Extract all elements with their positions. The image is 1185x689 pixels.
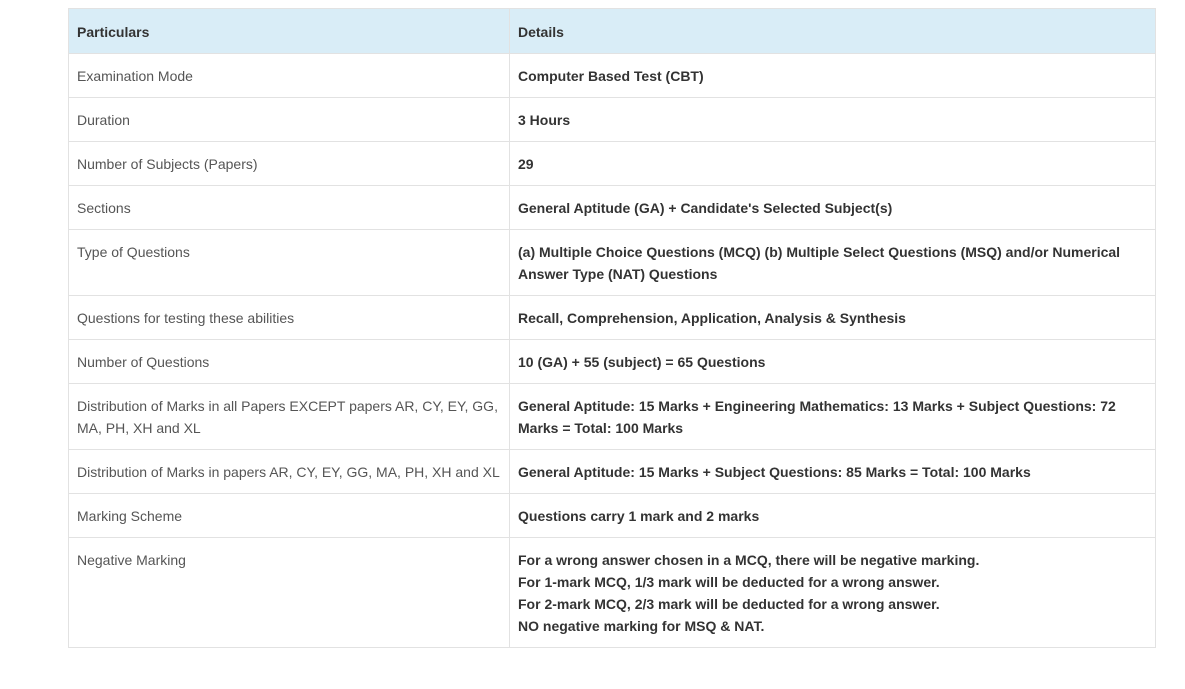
particular-cell: Number of Subjects (Papers) (68, 141, 510, 186)
particular-cell: Marking Scheme (68, 493, 510, 538)
table-row: Type of Questions (a) Multiple Choice Que… (68, 229, 1156, 296)
table-row: Negative Marking For a wrong answer chose… (68, 537, 1156, 648)
particular-cell: Duration (68, 97, 510, 142)
particular-cell: Sections (68, 185, 510, 230)
detail-cell: 3 Hours (509, 97, 1156, 142)
table-header: Particulars Details (68, 8, 1156, 54)
particular-cell: Questions for testing these abilities (68, 295, 510, 340)
detail-cell: Questions carry 1 mark and 2 marks (509, 493, 1156, 538)
header-details: Details (509, 8, 1156, 54)
detail-line: (a) Multiple Choice Questions (MCQ) (b) … (518, 244, 1121, 282)
table-row: Distribution of Marks in all Papers EXCE… (68, 383, 1156, 450)
particular-cell: Negative Marking (68, 537, 510, 648)
particular-cell: Distribution of Marks in all Papers EXCE… (68, 383, 510, 450)
table-header-row: Particulars Details (68, 8, 1156, 54)
table-row: Questions for testing these abilities Rec… (68, 295, 1156, 340)
detail-cell: 10 (GA) + 55 (subject) = 65 Questions (509, 339, 1156, 384)
particular-cell: Number of Questions (68, 339, 510, 384)
table-row: Number of Questions 10 (GA) + 55 (subject… (68, 339, 1156, 384)
detail-cell: General Aptitude: 15 Marks + Subject Que… (509, 449, 1156, 494)
table-row: Distribution of Marks in papers AR, CY, … (68, 449, 1156, 494)
table-row: Sections General Aptitude (GA) + Candidat… (68, 185, 1156, 230)
detail-line: 10 (GA) + 55 (subject) = 65 Questions (518, 354, 766, 370)
detail-line: General Aptitude (GA) + Candidate's Sele… (518, 200, 893, 216)
detail-cell: General Aptitude (GA) + Candidate's Sele… (509, 185, 1156, 230)
header-particulars: Particulars (68, 8, 510, 54)
detail-cell: 29 (509, 141, 1156, 186)
detail-line: For a wrong answer chosen in a MCQ, ther… (518, 552, 980, 568)
detail-cell: General Aptitude: 15 Marks + Engineering… (509, 383, 1156, 450)
detail-cell: Computer Based Test (CBT) (509, 53, 1156, 98)
detail-line: Recall, Comprehension, Application, Anal… (518, 310, 906, 326)
table-row: Marking Scheme Questions carry 1 mark and… (68, 493, 1156, 538)
detail-line: For 1-mark MCQ, 1/3 mark will be deducte… (518, 574, 940, 590)
detail-line: For 2-mark MCQ, 2/3 mark will be deducte… (518, 596, 940, 612)
detail-line: Computer Based Test (CBT) (518, 68, 704, 84)
detail-cell: For a wrong answer chosen in a MCQ, ther… (509, 537, 1156, 648)
detail-line: 29 (518, 156, 534, 172)
particular-cell: Type of Questions (68, 229, 510, 296)
particular-cell: Examination Mode (68, 53, 510, 98)
table-row: Number of Subjects (Papers) 29 (68, 141, 1156, 186)
table-row: Duration 3 Hours (68, 97, 1156, 142)
detail-line: 3 Hours (518, 112, 571, 128)
exam-pattern-table: Particulars Details Examination Mode Comp… (68, 8, 1156, 648)
detail-line: General Aptitude: 15 Marks + Engineering… (518, 398, 1116, 436)
detail-cell: Recall, Comprehension, Application, Anal… (509, 295, 1156, 340)
table-body: Examination Mode Computer Based Test (CBT… (68, 53, 1156, 648)
detail-line: General Aptitude: 15 Marks + Subject Que… (518, 464, 1031, 480)
particular-cell: Distribution of Marks in papers AR, CY, … (68, 449, 510, 494)
detail-line: NO negative marking for MSQ & NAT. (518, 618, 765, 634)
table-row: Examination Mode Computer Based Test (CBT… (68, 53, 1156, 98)
exam-pattern-table-container: Particulars Details Examination Mode Comp… (68, 8, 1156, 648)
detail-line: Questions carry 1 mark and 2 marks (518, 508, 760, 524)
detail-cell: (a) Multiple Choice Questions (MCQ) (b) … (509, 229, 1156, 296)
